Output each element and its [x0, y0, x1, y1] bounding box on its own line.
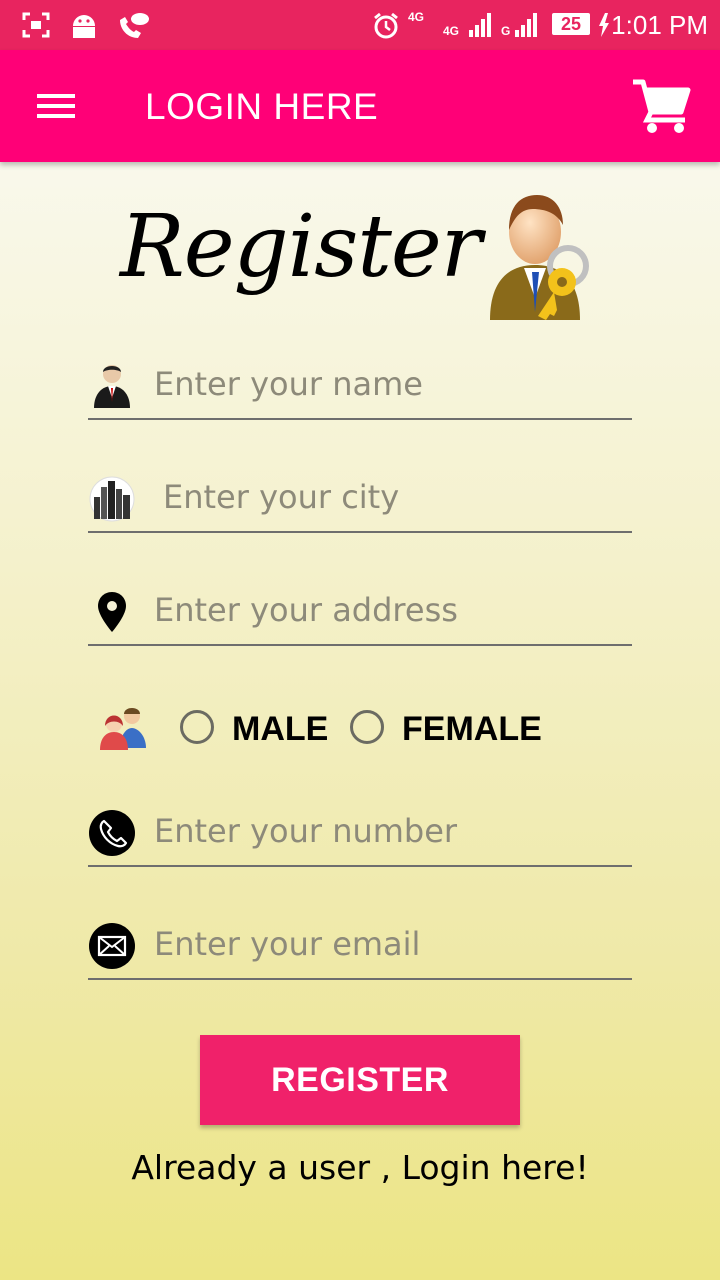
shopping-cart-icon	[633, 79, 691, 133]
signal-icon-2	[515, 13, 537, 37]
female-label[interactable]: FEMALE	[402, 710, 542, 749]
status-time: 1:01 PM	[611, 10, 708, 40]
phone-icon	[89, 810, 135, 856]
register-button[interactable]: REGISTER	[200, 1035, 520, 1125]
signal-icon-1	[469, 13, 491, 37]
register-heading: Register	[120, 197, 482, 297]
gender-users-icon	[100, 708, 146, 750]
person-icon	[94, 365, 130, 408]
android-icon	[73, 15, 95, 38]
email-input[interactable]	[154, 918, 624, 970]
status-bar: 4G 4G G 25 1:01 PM	[0, 0, 720, 50]
male-radio[interactable]	[180, 710, 214, 744]
cart-button[interactable]	[630, 76, 692, 136]
hamburger-icon	[37, 94, 75, 118]
name-field	[88, 356, 632, 420]
mail-icon	[89, 923, 135, 969]
network-type-2: 4G	[443, 24, 460, 38]
login-link[interactable]: Already a user , Login here!	[0, 1148, 720, 1187]
screenshot-icon	[22, 12, 50, 38]
address-input[interactable]	[154, 584, 624, 636]
city-input[interactable]	[163, 471, 633, 523]
charging-icon	[599, 13, 609, 37]
email-field	[88, 916, 632, 980]
name-input[interactable]	[154, 358, 624, 410]
alarm-icon	[374, 12, 398, 39]
number-field	[88, 803, 632, 867]
address-field	[88, 582, 632, 646]
menu-button[interactable]	[30, 86, 80, 126]
female-radio[interactable]	[350, 710, 384, 744]
city-field	[88, 469, 633, 533]
male-label[interactable]: MALE	[232, 710, 328, 749]
battery-icon: 25	[552, 13, 590, 35]
network-type-1: 4G	[408, 10, 425, 24]
app-bar-title: LOGIN HERE	[145, 86, 379, 127]
gender-row: MALE FEMALE	[98, 700, 638, 762]
location-pin-icon	[98, 592, 126, 632]
network-type-3: G	[501, 24, 511, 38]
wifi-calling-icon	[120, 13, 149, 38]
user-key-icon	[490, 195, 589, 320]
number-input[interactable]	[154, 805, 624, 857]
city-icon	[89, 476, 135, 522]
app-bar: LOGIN HERE	[0, 50, 720, 162]
